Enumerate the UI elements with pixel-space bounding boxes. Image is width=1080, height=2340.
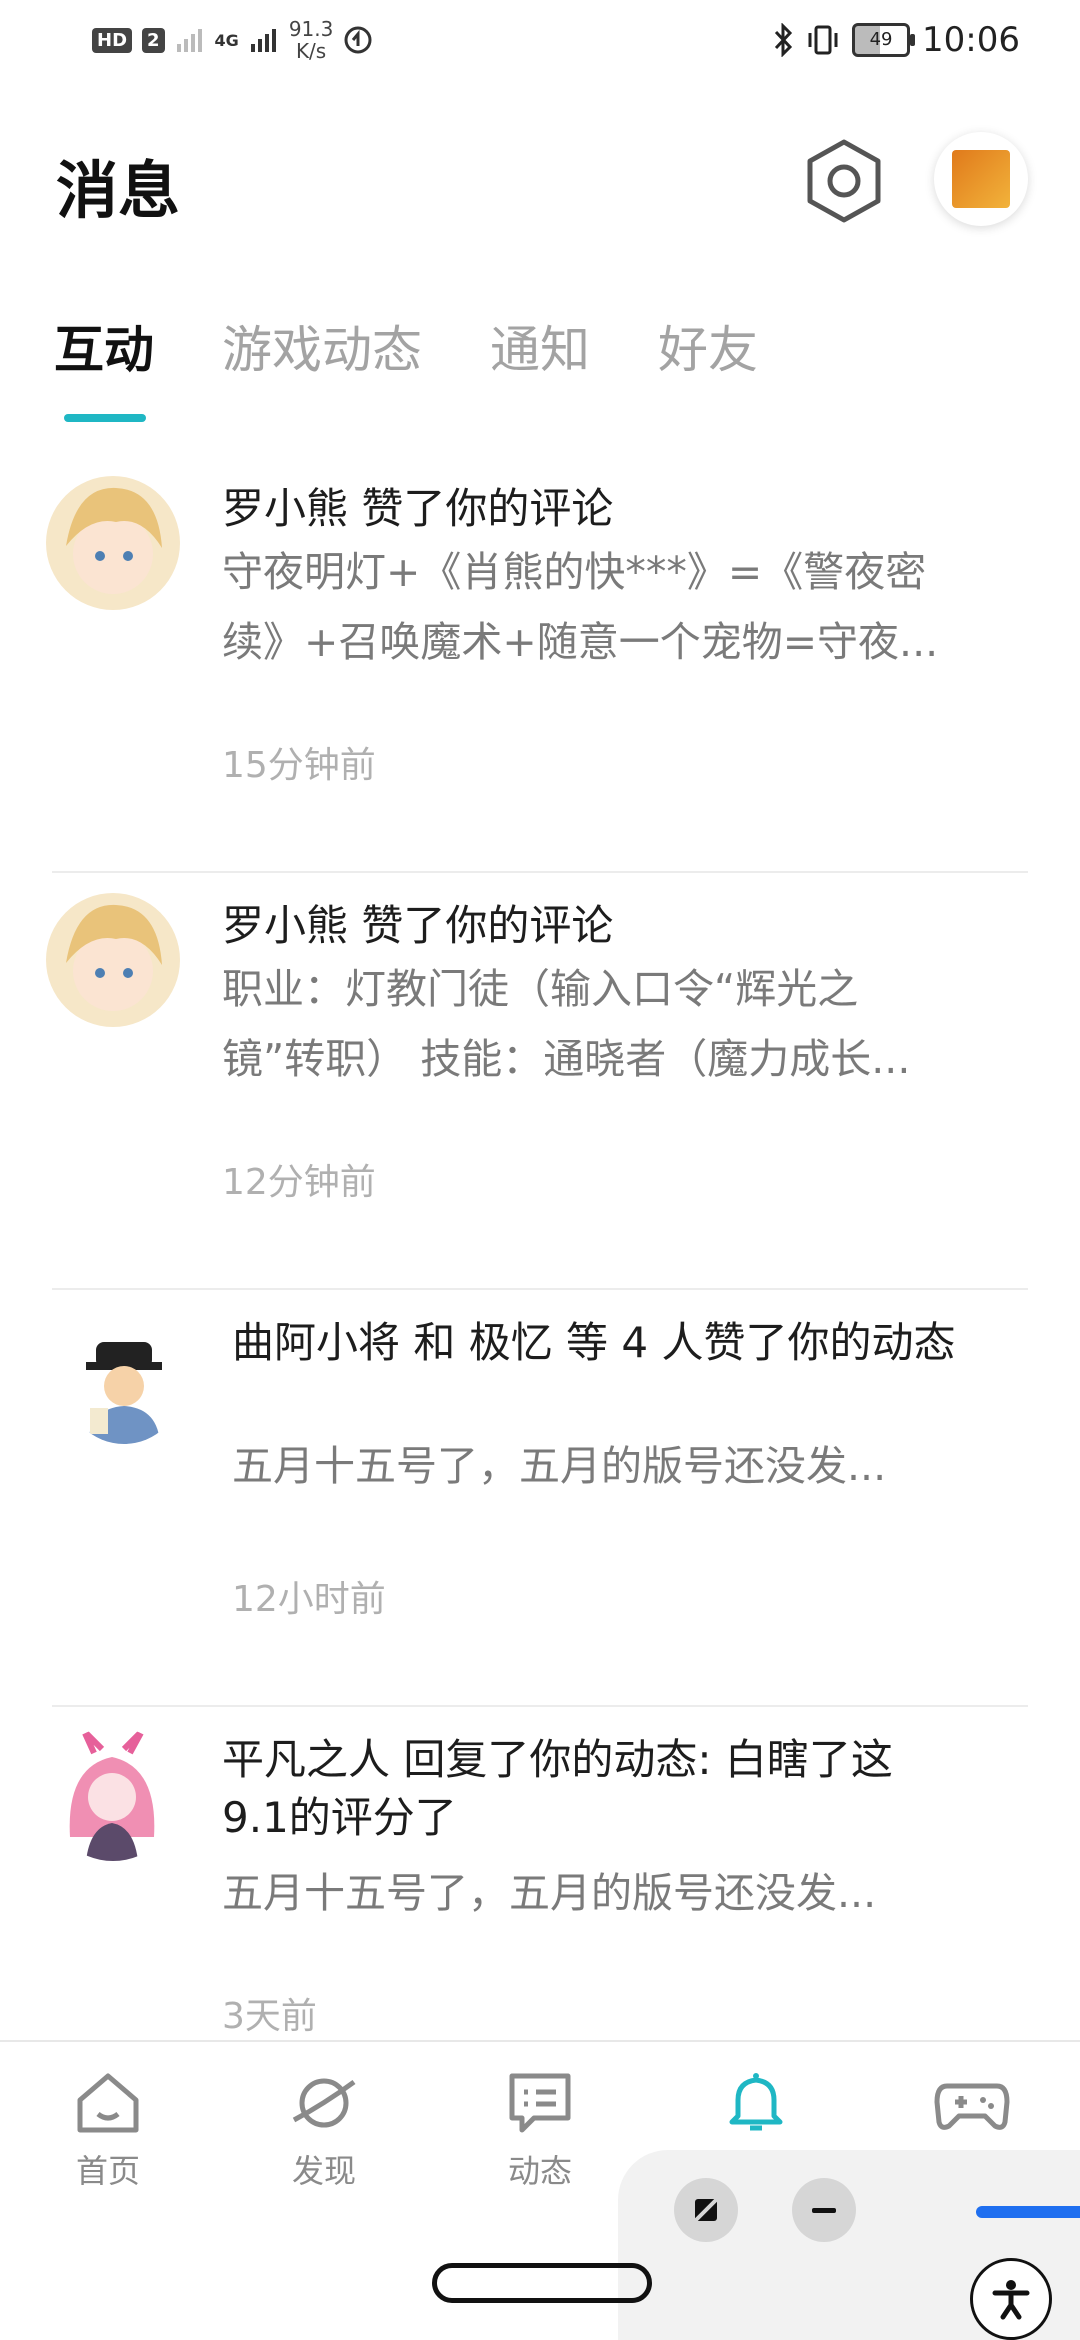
message-snippet: 守夜明灯+《肖熊的快***》=《警夜密 bbox=[222, 548, 927, 596]
message-snippet: 五月十五号了，五月的版号还没发... bbox=[232, 1442, 887, 1490]
signal-off-icon bbox=[176, 29, 202, 52]
tab-game-updates[interactable]: 游戏动态 bbox=[222, 310, 422, 382]
nav-games[interactable] bbox=[902, 2068, 1042, 2138]
tab-indicator bbox=[64, 414, 146, 422]
bluetooth-icon bbox=[774, 23, 793, 57]
message-title-cont: 9.1的评分了 bbox=[222, 1793, 457, 1842]
message-time: 15分钟前 bbox=[222, 745, 376, 786]
nav-home[interactable]: 首页 bbox=[38, 2068, 178, 2192]
list-item[interactable]: 罗小熊 赞了你的评论 守夜明灯+《肖熊的快***》=《警夜密 续》+召唤魔术+随… bbox=[46, 456, 1028, 873]
planet-icon bbox=[292, 2078, 356, 2128]
accessibility-icon bbox=[992, 2280, 1030, 2320]
nav-feed[interactable]: 动态 bbox=[470, 2068, 610, 2192]
bell-icon bbox=[729, 2073, 783, 2131]
battery-indicator: 49 bbox=[852, 23, 916, 57]
message-title: 罗小熊 赞了你的评论 bbox=[222, 901, 614, 950]
profile-avatar-button[interactable] bbox=[934, 132, 1028, 226]
tab-friends[interactable]: 好友 bbox=[658, 310, 758, 382]
chat-icon bbox=[509, 2073, 571, 2133]
data-saver-icon bbox=[344, 26, 372, 54]
network-speed: 91.3 K/s bbox=[288, 17, 334, 63]
home-icon bbox=[77, 2073, 139, 2133]
message-snippet: 职业：灯教门徒（输入口令“辉光之 bbox=[222, 965, 859, 1013]
home-gesture-bar[interactable] bbox=[432, 2263, 652, 2303]
nav-discover[interactable]: 发现 bbox=[254, 2068, 394, 2192]
nav-messages[interactable] bbox=[686, 2068, 826, 2138]
avatar[interactable] bbox=[66, 1328, 182, 1444]
minimize-button[interactable] bbox=[792, 2178, 856, 2242]
sim-badge: 2 bbox=[142, 27, 165, 53]
panel-handle[interactable] bbox=[976, 2206, 1080, 2218]
message-list: 罗小熊 赞了你的评论 守夜明灯+《肖熊的快***》=《警夜密 续》+召唤魔术+随… bbox=[0, 456, 1080, 2122]
hd-badge: HD bbox=[92, 27, 133, 53]
screenshot-button[interactable] bbox=[674, 2178, 738, 2242]
crop-icon bbox=[693, 2197, 719, 2223]
avatar bbox=[952, 150, 1010, 208]
vibrate-icon bbox=[808, 25, 838, 55]
message-title: 曲阿小将 和 极忆 等 4 人赞了你的动态 bbox=[232, 1318, 956, 1367]
gear-icon bbox=[807, 139, 881, 223]
tab-notifications[interactable]: 通知 bbox=[490, 310, 590, 382]
avatar[interactable] bbox=[46, 893, 180, 1027]
network-label: 4G bbox=[214, 30, 239, 50]
message-tabs: 互动 游戏动态 通知 好友 bbox=[54, 310, 826, 382]
message-time: 3天前 bbox=[222, 1996, 317, 2037]
message-snippet: 续》+召唤魔术+随意一个宠物=守夜... bbox=[222, 618, 939, 666]
gamepad-icon bbox=[934, 2083, 1010, 2130]
accessibility-button[interactable] bbox=[970, 2258, 1052, 2340]
message-time: 12分钟前 bbox=[222, 1162, 376, 1203]
minus-icon bbox=[812, 2208, 836, 2213]
avatar[interactable] bbox=[46, 476, 180, 610]
list-item[interactable]: 曲阿小将 和 极忆 等 4 人赞了你的动态 五月十五号了，五月的版号还没发...… bbox=[52, 1290, 1028, 1707]
avatar[interactable] bbox=[46, 1727, 180, 1861]
status-bar: HD 2 4G 91.3 K/s 49 10:06 bbox=[0, 0, 1080, 86]
floating-panel bbox=[618, 2150, 1080, 2340]
status-right: 49 10:06 bbox=[772, 20, 1020, 60]
message-snippet: 五月十五号了，五月的版号还没发... bbox=[222, 1869, 877, 1917]
settings-button[interactable] bbox=[804, 138, 884, 224]
page-title: 消息 bbox=[56, 154, 181, 227]
clock: 10:06 bbox=[922, 20, 1020, 60]
message-title: 罗小熊 赞了你的评论 bbox=[222, 484, 614, 533]
message-time: 12小时前 bbox=[232, 1579, 386, 1620]
status-left: HD 2 4G 91.3 K/s bbox=[92, 18, 373, 62]
list-item[interactable]: 罗小熊 赞了你的评论 职业：灯教门徒（输入口令“辉光之 镜”转职） 技能：通晓者… bbox=[46, 873, 1028, 1290]
message-title: 平凡之人 回复了你的动态: 白瞎了这 bbox=[222, 1735, 893, 1784]
signal-icon bbox=[250, 29, 276, 52]
tab-interaction[interactable]: 互动 bbox=[54, 310, 154, 382]
message-snippet: 镜”转职） 技能：通晓者（魔力成长... bbox=[222, 1035, 911, 1083]
